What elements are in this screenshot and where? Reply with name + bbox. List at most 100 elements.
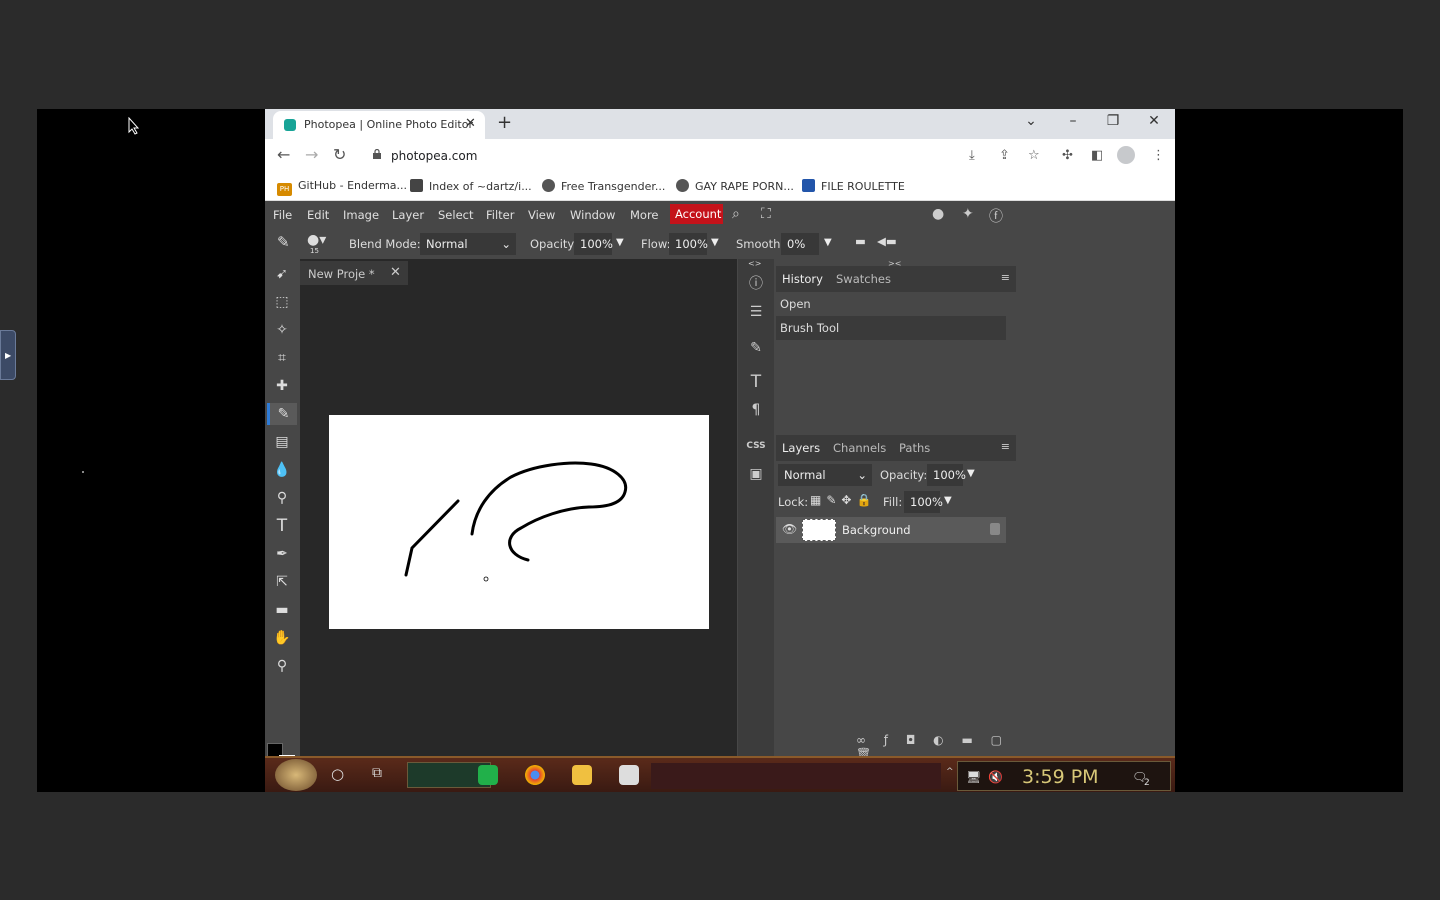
tab-swatches[interactable]: Swatches [836, 272, 891, 286]
opacity-slider-icon[interactable]: ▼ [616, 237, 624, 248]
fill-slider-icon[interactable]: ▼ [944, 495, 952, 506]
install-app-icon[interactable]: ⤓ [969, 148, 975, 163]
back-icon[interactable]: ← [277, 145, 290, 164]
tab-search-icon[interactable]: ⌄ [1021, 113, 1041, 129]
profile-avatar[interactable] [1117, 146, 1135, 164]
layer-opacity-input[interactable]: 100% [927, 464, 966, 486]
layer-blend-select[interactable]: Normal ⌄ [778, 464, 872, 486]
history-item-brush-tool[interactable]: Brush Tool [776, 316, 1006, 340]
menu-edit[interactable]: Edit [307, 208, 329, 222]
layer-row[interactable]: 👁 Background [776, 517, 1006, 543]
panel-menu-icon[interactable]: ≡ [1001, 440, 1010, 453]
app-thumbnail-icon[interactable] [619, 765, 639, 785]
bookmark-github[interactable]: PH GitHub - Enderma... [277, 179, 407, 196]
panel-menu-icon[interactable]: ≡ [1001, 271, 1010, 284]
menu-window[interactable]: Window [570, 208, 615, 222]
zoom-tool-icon[interactable]: ⚲ [271, 655, 293, 677]
gradient-tool-icon[interactable]: ▤ [271, 431, 293, 453]
menu-layer[interactable]: Layer [392, 208, 424, 222]
path-select-icon[interactable]: ⇱ [271, 571, 293, 593]
tab-history[interactable]: History [782, 272, 823, 286]
reddit-icon[interactable]: ● [932, 206, 944, 222]
side-panel-handle[interactable]: ▶ [0, 330, 16, 380]
smooth-input[interactable]: 0% [781, 233, 819, 255]
task-view-icon[interactable]: ⧉ [372, 765, 382, 781]
share-icon[interactable]: ⇪ [999, 148, 1010, 163]
muted-volume-icon[interactable]: 🔇 [988, 770, 1003, 784]
crop-tool-icon[interactable]: ⌗ [271, 347, 293, 369]
search-circle-icon[interactable]: ○ [331, 765, 344, 783]
bookmark-star-icon[interactable]: ☆ [1028, 148, 1040, 163]
address-bar[interactable]: photopea.com [391, 149, 477, 163]
tab-layers[interactable]: Layers [782, 441, 820, 455]
lock-options-icon[interactable]: ▦✎✥🔒 [810, 493, 876, 507]
dodge-tool-icon[interactable]: ⚲ [271, 487, 293, 509]
forward-icon[interactable]: → [305, 145, 318, 164]
close-window-button[interactable]: ✕ [1144, 113, 1164, 129]
fullscreen-icon[interactable]: ⛶ [761, 206, 771, 222]
marquee-tool-icon[interactable]: ⬚ [271, 291, 293, 313]
browser-menu-icon[interactable]: ⋮ [1152, 148, 1165, 163]
facebook-icon[interactable]: ⓕ [989, 206, 1003, 226]
smooth-slider-icon[interactable]: ▼ [824, 237, 832, 248]
show-hidden-icons-icon[interactable]: ^ [946, 767, 954, 777]
network-icon[interactable]: 🖥 [966, 770, 981, 784]
document-tab[interactable]: New Proje * ✕ [300, 261, 408, 285]
healing-tool-icon[interactable]: ✚ [271, 375, 293, 397]
brush-tool-icon[interactable]: ✎ [277, 233, 290, 251]
brush-panel-icon[interactable]: ✎ [745, 337, 767, 359]
start-orb-icon[interactable] [275, 759, 317, 791]
pressure-size-icon[interactable]: ◀▬ [877, 234, 897, 248]
tab-paths[interactable]: Paths [899, 441, 930, 455]
brush-preset-icon[interactable]: ●▾ [307, 232, 326, 248]
menu-filter[interactable]: Filter [486, 208, 514, 222]
spotify-icon[interactable] [478, 765, 498, 785]
info-icon[interactable]: ⓘ [745, 273, 767, 295]
blur-tool-icon[interactable]: 💧 [271, 459, 293, 481]
flow-slider-icon[interactable]: ▼ [711, 237, 719, 248]
menu-view[interactable]: View [528, 208, 555, 222]
flow-input[interactable]: 100% [669, 233, 708, 255]
menu-select[interactable]: Select [438, 208, 473, 222]
menu-image[interactable]: Image [343, 208, 379, 222]
magic-wand-icon[interactable]: ✧ [271, 319, 293, 341]
side-panel-icon[interactable]: ◧ [1091, 148, 1103, 163]
image-icon[interactable]: ▣ [745, 463, 767, 485]
minimize-button[interactable]: – [1063, 113, 1083, 129]
pressure-opacity-icon[interactable]: ▬ [855, 234, 866, 248]
history-item-open[interactable]: Open [776, 292, 1006, 316]
browser-tab[interactable]: Photopea | Online Photo Editor ✕ [273, 111, 485, 139]
move-tool-icon[interactable]: ➹ [271, 263, 293, 285]
visibility-eye-icon[interactable]: 👁 [782, 522, 797, 536]
bookmark-file-roulette[interactable]: FILE ROULETTE [802, 179, 905, 193]
close-document-icon[interactable]: ✕ [390, 265, 401, 280]
restore-button[interactable]: ❐ [1103, 113, 1123, 129]
css-icon[interactable]: CSS [745, 435, 767, 457]
file-explorer-icon[interactable] [572, 765, 592, 785]
menu-more[interactable]: More [630, 208, 659, 222]
brush-tool-icon[interactable]: ✎ [267, 403, 297, 425]
drawing-canvas[interactable] [329, 415, 709, 629]
adjustments-icon[interactable]: ☰ [745, 301, 767, 323]
hand-tool-icon[interactable]: ✋ [271, 627, 293, 649]
blend-mode-select[interactable]: Normal ⌄ [420, 233, 516, 255]
account-button[interactable]: Account [670, 204, 723, 224]
bookmark-index[interactable]: Index of ~dartz/i... [410, 179, 532, 193]
new-tab-button[interactable]: + [497, 112, 512, 133]
extensions-icon[interactable]: ✣ [1062, 148, 1073, 163]
layer-opacity-slider-icon[interactable]: ▼ [967, 468, 975, 479]
fill-input[interactable]: 100% [904, 491, 943, 513]
chrome-icon[interactable] [525, 765, 545, 785]
collapse-arrows-icon[interactable]: <> [748, 259, 761, 268]
bookmark-free[interactable]: Free Transgender... [542, 179, 665, 193]
menu-file[interactable]: File [273, 208, 292, 222]
type-tool-icon[interactable]: T [271, 515, 293, 537]
bookmark-four[interactable]: GAY RAPE PORN... [676, 179, 794, 193]
shape-tool-icon[interactable]: ▬ [271, 599, 293, 621]
twitter-icon[interactable]: ✦ [962, 206, 974, 222]
search-icon[interactable]: ⌕ [732, 206, 740, 222]
character-icon[interactable]: T [745, 371, 767, 393]
close-tab-icon[interactable]: ✕ [465, 116, 476, 131]
reload-icon[interactable]: ↻ [333, 145, 346, 164]
pen-tool-icon[interactable]: ✒ [271, 543, 293, 565]
